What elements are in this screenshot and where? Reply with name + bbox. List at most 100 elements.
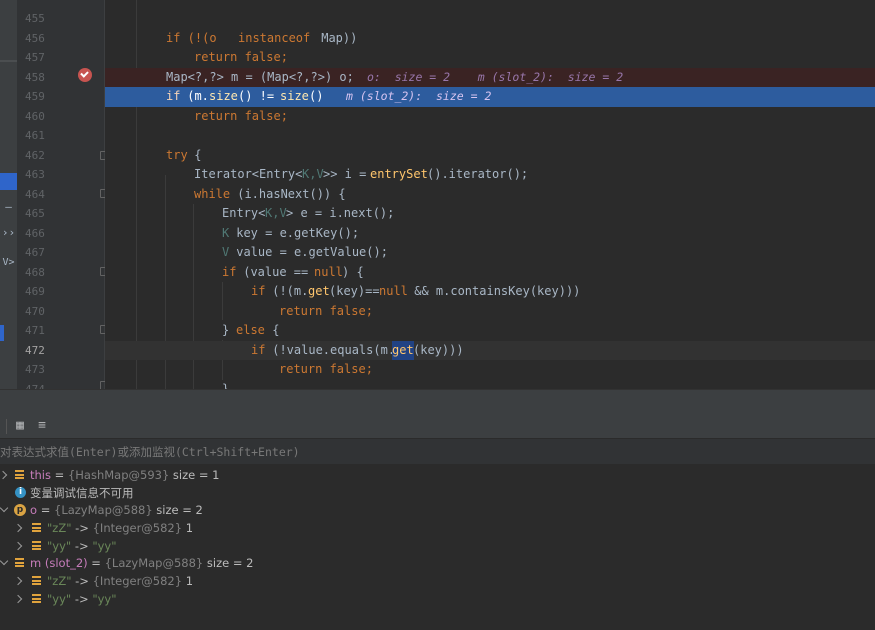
code-line-467[interactable]: V value = e.getValue(); (105, 243, 875, 263)
list-icon[interactable]: ≡ (35, 419, 49, 433)
strip-scroll-marker (0, 325, 4, 341)
breakpoint-icon[interactable] (78, 68, 92, 82)
code-text: && m.containsKey(key))) (407, 284, 581, 298)
code-line-456[interactable]: if (!(o instanceof Map)) (105, 29, 875, 49)
code-text: return false; (194, 50, 288, 64)
variables-tree[interactable]: this = {HashMap@593} size = 1 i 变量调试信息不可… (0, 465, 875, 630)
map-value: "yy" (92, 539, 117, 553)
collapse-arrow-icon[interactable] (0, 556, 9, 566)
line-number: 455 (25, 12, 45, 25)
map-entry-icon (32, 576, 41, 585)
inline-debug-hint: o: size = 2 m (slot_2): size = 2 (367, 69, 624, 84)
code-text: (key))) (413, 342, 464, 357)
code-line-474[interactable]: } (105, 380, 875, 390)
code-text: { (187, 147, 202, 162)
line-number: 469 (25, 285, 45, 298)
map-key: "yy" (47, 539, 72, 553)
code-text: (!value.equals(m. (265, 342, 396, 357)
map-value: {Integer@582} (92, 521, 183, 535)
map-entry-icon (32, 523, 41, 532)
line-number: 461 (25, 129, 45, 142)
evaluate-expression-input[interactable]: 对表达式求值(Enter)或添加监视(Ctrl+Shift+Enter) (0, 444, 300, 460)
code-text: ().iterator(); (427, 167, 529, 181)
code-keyword: while (194, 186, 231, 201)
field-icon (15, 470, 24, 479)
code-line-470[interactable]: return false; (105, 302, 875, 322)
code-method: entrySet (370, 167, 428, 181)
code-line-465[interactable]: Entry< K,V > e = i.next(); (105, 204, 875, 224)
code-line-460[interactable]: return false; (105, 107, 875, 127)
code-method: get (308, 284, 330, 298)
map-value: "yy" (92, 592, 117, 606)
line-number: 467 (25, 246, 45, 259)
expand-arrow-icon[interactable] (13, 594, 23, 604)
code-line-462[interactable]: try { (105, 146, 875, 166)
strip-label: V> (2, 257, 15, 268)
code-line-463[interactable]: Iterator<Entry< K,V >> i = entrySet ().i… (105, 165, 875, 185)
code-text: () (309, 89, 324, 103)
map-arrow: -> (71, 574, 93, 588)
code-keyword: instanceof (238, 30, 311, 45)
code-line-457[interactable]: return false; (105, 48, 875, 68)
variable-name: m (slot_2) (30, 556, 88, 570)
line-number: 465 (25, 207, 45, 220)
code-line-473[interactable]: return false; (105, 360, 875, 380)
code-method-selected: get (392, 340, 414, 360)
code-text: (i.hasNext()) { (230, 186, 346, 201)
code-text: key = e.getKey(); (229, 225, 360, 240)
code-line-468[interactable]: if (value == null ) { (105, 263, 875, 283)
variable-eq: = (50, 468, 68, 482)
table-icon[interactable]: ▦ (13, 419, 27, 433)
line-number: 456 (25, 31, 45, 45)
code-keyword: if (251, 284, 266, 298)
expand-arrow-icon[interactable] (13, 576, 23, 586)
code-text: } (222, 323, 237, 337)
code-line-464[interactable]: while (i.hasNext()) { (105, 185, 875, 205)
code-editor[interactable]: if (!(o instanceof Map)) return false; M… (105, 0, 875, 389)
line-number: 463 (25, 168, 45, 181)
code-line-459-execution-point[interactable]: if (m. size () != size () m (slot_2): si… (105, 87, 875, 107)
code-line-472-caret[interactable]: if (!value.equals(m. get (key))) (105, 340, 875, 360)
code-text: (key)== (329, 284, 380, 298)
expand-arrow-icon[interactable] (13, 541, 23, 551)
map-key: "zZ" (47, 521, 72, 535)
evaluate-expression-bar[interactable]: 对表达式求值(Enter)或添加监视(Ctrl+Shift+Enter) (0, 439, 875, 465)
collapse-arrow-icon[interactable] (0, 503, 9, 513)
parameter-icon: p (14, 504, 26, 516)
field-icon (15, 558, 24, 567)
code-line-458-breakpoint[interactable]: Map<?,?> m = (Map<?,?>) o; o: size = 2 m… (105, 67, 875, 87)
code-generic: K,V (265, 206, 287, 220)
map-extra: 1 (182, 574, 194, 588)
line-number-current: 472 (25, 343, 45, 357)
variable-extra: size = 1 (169, 468, 220, 482)
code-text: if (!(o (166, 30, 224, 45)
strip-active-marker (0, 173, 17, 190)
code-line-469[interactable]: if (!(m. get (key)== null && m.containsK… (105, 282, 875, 302)
code-text: value = e.getValue(); (229, 245, 388, 259)
map-key: "yy" (47, 592, 72, 606)
code-line-471[interactable]: } else { (105, 321, 875, 341)
code-line-466[interactable]: K key = e.getKey(); (105, 224, 875, 244)
code-text: Map<?,?> m = (Map<?,?>) o; (166, 69, 354, 84)
expand-arrow-icon[interactable] (13, 523, 23, 533)
map-arrow: -> (71, 521, 93, 535)
code-keyword: else (236, 323, 265, 337)
map-value: {Integer@582} (92, 574, 183, 588)
strip-collapse-icon[interactable]: — (0, 200, 17, 213)
expand-arrow-icon[interactable] (0, 470, 8, 480)
variable-eq: = (87, 556, 105, 570)
info-text: 变量调试信息不可用 (30, 486, 134, 500)
code-text: ) { (342, 264, 364, 279)
variable-name: this (30, 468, 51, 482)
strip-expand-icon[interactable]: ›› (0, 226, 17, 239)
line-number: 474 (25, 382, 45, 390)
code-text: Iterator<Entry< (194, 167, 303, 181)
code-text: >> i = (323, 167, 374, 181)
code-text: (!(m. (265, 284, 309, 298)
code-method: size (209, 89, 238, 103)
line-number: 459 (25, 90, 45, 103)
variable-name: o (30, 503, 38, 517)
line-number: 466 (25, 226, 45, 240)
line-number: 462 (25, 148, 45, 162)
variable-extra: size = 2 (203, 556, 254, 570)
